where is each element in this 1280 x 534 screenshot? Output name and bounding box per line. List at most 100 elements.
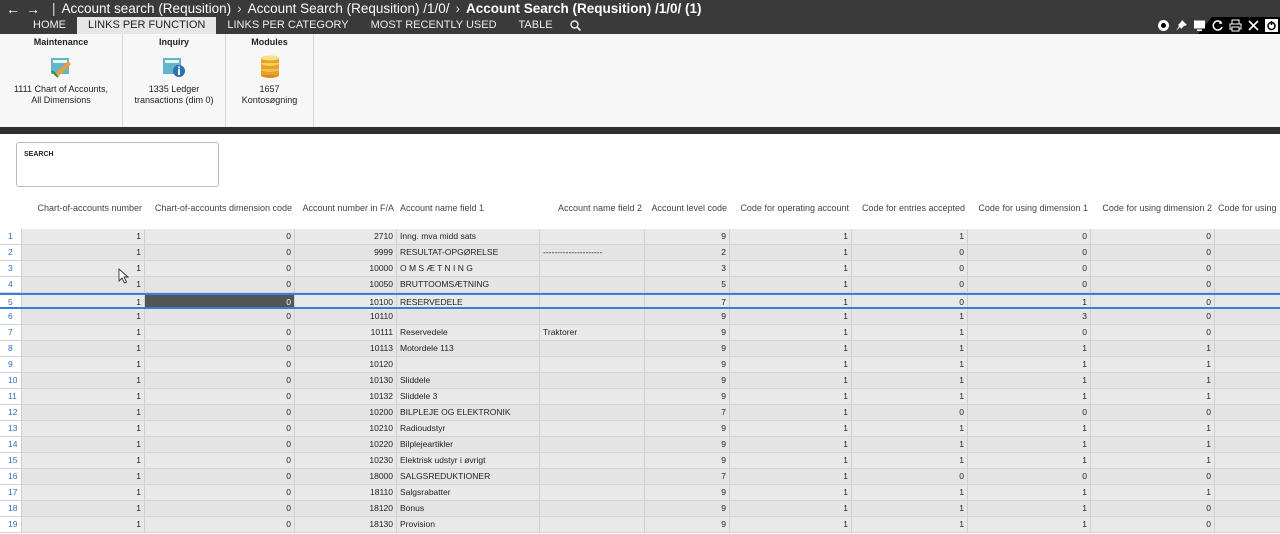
table-cell[interactable]: 0	[145, 501, 295, 516]
table-cell[interactable]: 1	[22, 453, 145, 468]
table-cell[interactable]: 0	[968, 405, 1091, 420]
row-number[interactable]: 8	[0, 341, 22, 356]
table-cell[interactable]: 1	[968, 341, 1091, 356]
table-cell[interactable]: 1	[852, 421, 968, 436]
table-cell[interactable]: 1	[852, 341, 968, 356]
tab-links-per-function[interactable]: LINKS PER FUNCTION	[77, 17, 217, 34]
table-cell[interactable]: 1	[22, 517, 145, 532]
table-cell[interactable]	[540, 453, 645, 468]
table-row[interactable]: 1 1 0 2710 Inng. mva midd sats 9 1 1 0 0	[0, 229, 1280, 245]
table-cell[interactable]: 0	[145, 325, 295, 340]
table-cell[interactable]: 0	[968, 245, 1091, 260]
table-cell[interactable]: 1	[968, 295, 1091, 307]
table-row[interactable]: 3 1 0 10000 O M S Æ T N I N G31000	[0, 261, 1280, 277]
table-cell[interactable]: 7	[645, 295, 730, 307]
table-cell[interactable]: 10200	[295, 405, 397, 420]
table-cell[interactable]: 1	[22, 245, 145, 260]
column-header[interactable]: Account number in F/A	[298, 196, 394, 220]
breadcrumb-item-1[interactable]: Account search (Requsition)	[62, 1, 232, 16]
table-cell[interactable]: Sliddele 3	[397, 389, 540, 404]
table-row[interactable]: 15 1 0 10230 Elektrisk udstyr i øvrigt 9 1 1 1 1	[0, 453, 1280, 469]
table-cell[interactable]: 18000	[295, 469, 397, 484]
table-cell[interactable]: 0	[145, 341, 295, 356]
table-cell[interactable]: 1	[22, 295, 145, 307]
table-cell[interactable]	[397, 309, 540, 324]
table-cell[interactable]: 9	[645, 309, 730, 324]
table-cell[interactable]: 1	[730, 485, 852, 500]
table-cell[interactable]: Inng. mva midd sats	[397, 229, 540, 244]
help-icon[interactable]	[1156, 19, 1170, 33]
table-cell[interactable]: 1	[968, 421, 1091, 436]
table-cell[interactable]: 1	[852, 229, 968, 244]
table-cell[interactable]: 1	[1091, 389, 1215, 404]
row-number[interactable]: 16	[0, 469, 22, 484]
table-cell[interactable]: 0	[1091, 469, 1215, 484]
table-cell[interactable]: 7	[645, 405, 730, 420]
table-cell[interactable]: 0	[968, 469, 1091, 484]
column-header[interactable]: Code for operating account	[733, 196, 849, 220]
table-cell[interactable]: 1	[852, 373, 968, 388]
table-cell[interactable]: 10110	[295, 309, 397, 324]
table-cell[interactable]	[540, 229, 645, 244]
table-cell[interactable]: 1	[852, 501, 968, 516]
back-button[interactable]: ←	[6, 1, 20, 17]
search-panel[interactable]: SEARCH	[16, 142, 219, 187]
table-cell[interactable]: 1	[730, 229, 852, 244]
table-cell[interactable]	[540, 261, 645, 276]
table-cell[interactable]	[540, 405, 645, 420]
row-number[interactable]: 4	[0, 277, 22, 292]
table-row[interactable]: 4 1 0 10050 BRUTTOOMSÆTNING 5 1 0 0 0	[0, 277, 1280, 293]
table-cell[interactable]	[540, 389, 645, 404]
table-cell[interactable]: 0	[1091, 277, 1215, 292]
row-number[interactable]: 14	[0, 437, 22, 452]
table-cell[interactable]: RESERVEDELE	[397, 295, 540, 307]
table-cell[interactable]: 0	[852, 277, 968, 292]
table-cell[interactable]: 0	[1091, 245, 1215, 260]
table-cell[interactable]	[540, 341, 645, 356]
table-row[interactable]: 18 1 0 18120 Bonus 9 1 1 1 0	[0, 501, 1280, 517]
table-cell[interactable]: 1	[968, 485, 1091, 500]
table-row[interactable]: 14 1 0 10220 Bilplejeartikler 9 1 1 1 1	[0, 437, 1280, 453]
table-cell[interactable]: 1	[968, 437, 1091, 452]
column-header[interactable]: Account name field 1	[400, 196, 537, 220]
table-cell[interactable]: 3	[968, 309, 1091, 324]
table-cell[interactable]: 1	[22, 229, 145, 244]
table-cell[interactable]	[540, 277, 645, 292]
refresh-icon[interactable]	[1210, 19, 1224, 33]
table-cell[interactable]	[540, 309, 645, 324]
table-cell[interactable]: 0	[145, 421, 295, 436]
table-cell[interactable]: BRUTTOOMSÆTNING	[397, 277, 540, 292]
screen-icon[interactable]	[1192, 19, 1206, 33]
table-cell[interactable]: 1	[1091, 341, 1215, 356]
table-cell[interactable]: SALGSREDUKTIONER	[397, 469, 540, 484]
table-cell[interactable]: 1	[730, 453, 852, 468]
table-cell[interactable]: 1	[852, 453, 968, 468]
table-cell[interactable]: 0	[1091, 405, 1215, 420]
row-number[interactable]: 10	[0, 373, 22, 388]
table-cell[interactable]: 0	[145, 245, 295, 260]
table-cell[interactable]: 0	[1091, 325, 1215, 340]
table-cell[interactable]: Bonus	[397, 501, 540, 516]
table-cell[interactable]: 9	[645, 485, 730, 500]
table-cell[interactable]: 2	[645, 245, 730, 260]
table-cell[interactable]: 9	[645, 341, 730, 356]
table-row[interactable]: 8 1 0 10113 Motordele 113 9 1 1 1 1	[0, 341, 1280, 357]
table-cell[interactable]: 1	[852, 485, 968, 500]
table-cell[interactable]	[540, 469, 645, 484]
table-cell[interactable]: 18130	[295, 517, 397, 532]
table-cell[interactable]: 1	[730, 469, 852, 484]
table-cell[interactable]: 1	[730, 517, 852, 532]
table-cell[interactable]: 1	[730, 295, 852, 307]
table-cell[interactable]: 1	[22, 357, 145, 372]
table-cell[interactable]: 18110	[295, 485, 397, 500]
table-cell[interactable]: 0	[1091, 517, 1215, 532]
table-cell[interactable]: 1	[1091, 373, 1215, 388]
row-number[interactable]: 9	[0, 357, 22, 372]
table-row[interactable]: 6 1 0 10110 9 1 1 3 0	[0, 309, 1280, 325]
table-cell[interactable]: 9999	[295, 245, 397, 260]
table-cell[interactable]: Reservedele	[397, 325, 540, 340]
table-cell[interactable]: 0	[145, 373, 295, 388]
table-row-selected[interactable]: 5 1 0 10100 RESERVEDELE 7 1 0 1 0	[0, 293, 1280, 309]
table-cell[interactable]: 1	[968, 453, 1091, 468]
table-cell[interactable]: BILPLEJE OG ELEKTRONIK	[397, 405, 540, 420]
